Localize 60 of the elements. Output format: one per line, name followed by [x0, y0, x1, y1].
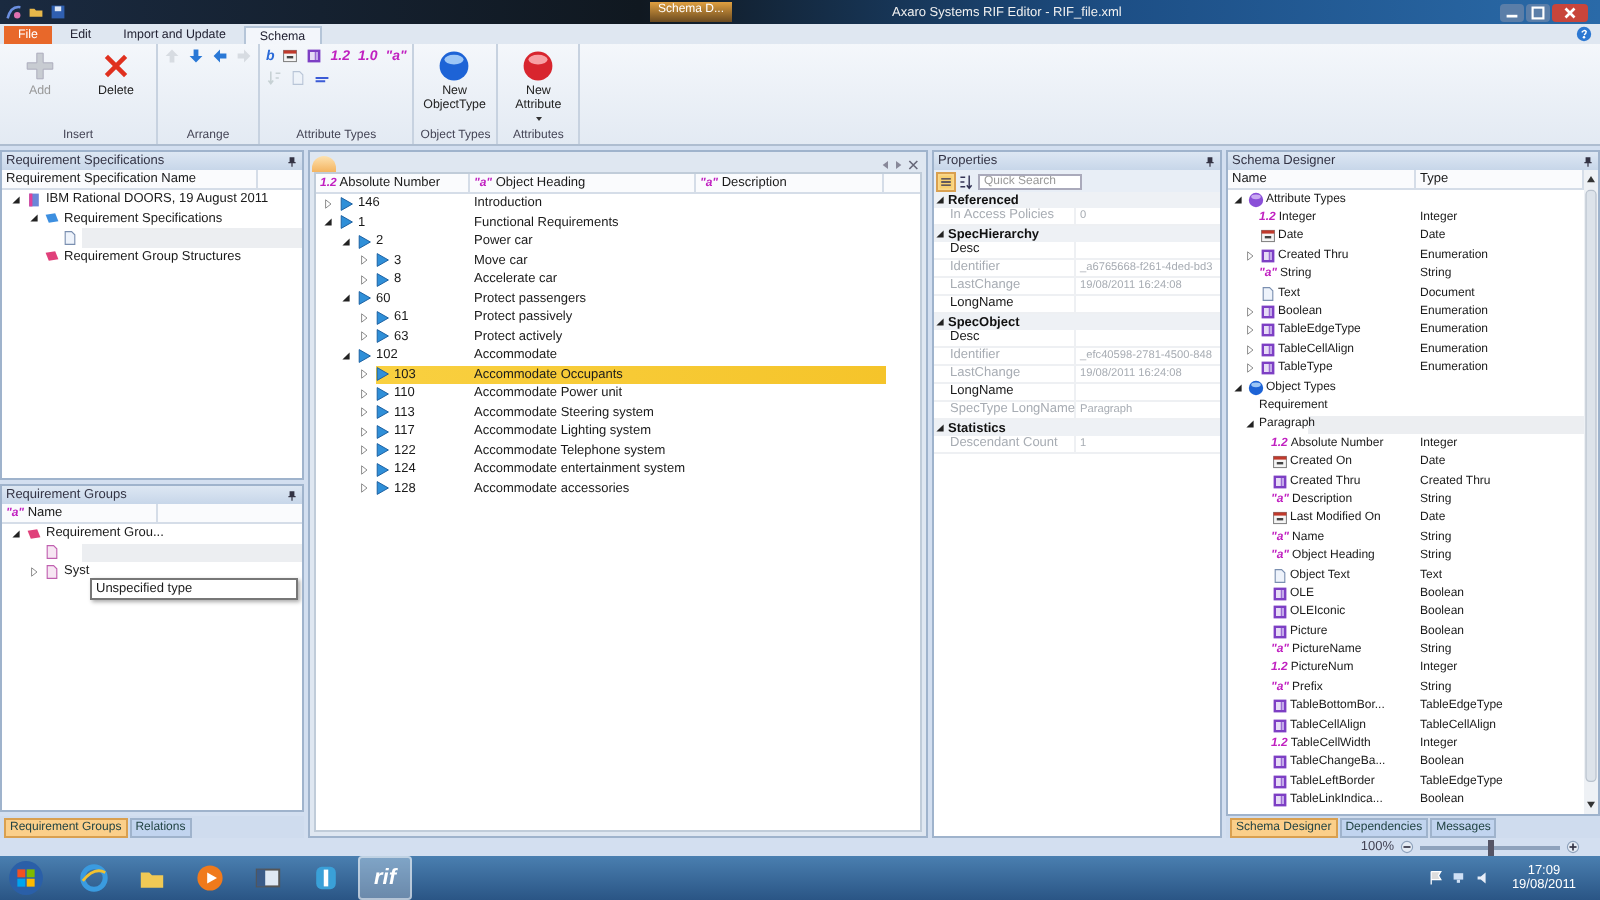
caret-icon[interactable]	[533, 113, 544, 124]
arrow-icon[interactable]	[212, 48, 228, 64]
calendar-icon[interactable]	[282, 48, 299, 64]
expander-icon[interactable]	[1232, 193, 1244, 206]
expander-icon[interactable]	[1244, 418, 1256, 431]
flag-icon[interactable]	[1427, 870, 1444, 886]
expander-icon[interactable]	[10, 527, 22, 540]
expander-icon[interactable]	[934, 422, 946, 434]
calendar-icon	[1271, 510, 1287, 527]
expander-icon[interactable]	[340, 235, 352, 248]
arrow-icon[interactable]	[188, 48, 204, 64]
browser-icon	[79, 864, 107, 892]
plus-icon	[24, 50, 56, 82]
list-icon[interactable]	[306, 48, 323, 64]
zoom-in-icon[interactable]	[1566, 840, 1580, 854]
pin-icon[interactable]	[1582, 155, 1594, 167]
pin-icon[interactable]	[286, 155, 298, 167]
list-icon	[1271, 473, 1287, 490]
categorized-icon[interactable]	[938, 173, 954, 189]
sphere-icon	[1247, 379, 1263, 396]
sphere-icon	[1247, 191, 1263, 208]
expander-icon[interactable]	[934, 228, 946, 240]
sort-icon[interactable]	[958, 173, 974, 189]
minimize-icon[interactable]	[1500, 3, 1524, 21]
save-icon[interactable]	[50, 4, 66, 20]
window-icon	[253, 864, 281, 892]
app-logo-icon	[6, 4, 22, 20]
expander-icon[interactable]	[934, 316, 946, 328]
list-icon	[1259, 247, 1275, 264]
zoom-out-icon[interactable]	[1400, 840, 1414, 854]
calendar-icon	[1271, 454, 1287, 471]
open-folder-icon[interactable]	[28, 4, 44, 20]
folder-icon	[44, 248, 60, 265]
start-button[interactable]	[8, 860, 44, 896]
speaker-icon[interactable]	[1475, 870, 1492, 886]
scrollbar[interactable]	[1584, 170, 1598, 814]
expander-icon[interactable]	[340, 349, 352, 362]
document-icon	[1259, 285, 1275, 302]
expander-icon[interactable]	[28, 212, 40, 225]
expander-icon[interactable]	[340, 292, 352, 305]
expander-icon[interactable]	[322, 216, 334, 229]
shield-icon	[311, 864, 339, 892]
play-icon	[195, 864, 223, 892]
pin-icon[interactable]	[1204, 155, 1216, 167]
network-icon[interactable]	[1451, 870, 1468, 886]
sphere-icon	[522, 50, 555, 82]
cross-icon	[100, 50, 132, 82]
maximize-icon[interactable]	[1526, 3, 1550, 21]
document-icon	[1271, 567, 1287, 583]
expander-icon[interactable]	[10, 193, 22, 206]
database-icon	[26, 191, 42, 208]
pin-icon[interactable]	[286, 489, 298, 501]
calendar-icon	[1259, 228, 1275, 245]
folder-icon	[26, 525, 42, 542]
expander-icon[interactable]	[1232, 381, 1244, 394]
folder-icon	[44, 210, 60, 227]
help-icon[interactable]	[1576, 26, 1592, 42]
document-icon	[62, 229, 78, 246]
sphere-icon	[438, 50, 471, 82]
close-icon[interactable]	[1552, 3, 1588, 21]
